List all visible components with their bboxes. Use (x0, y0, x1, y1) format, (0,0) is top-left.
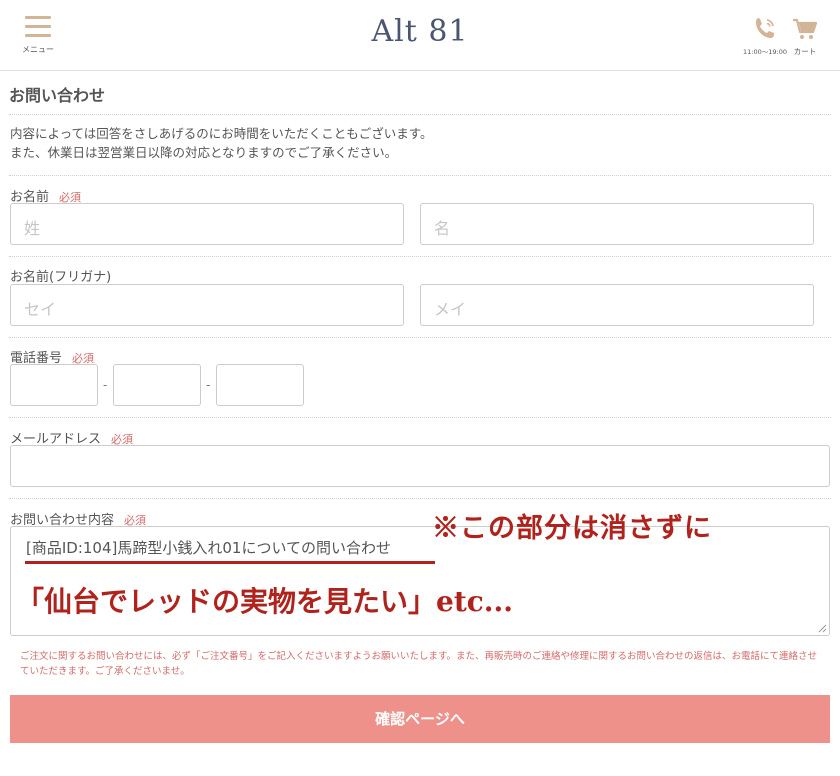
site-logo-wrapper: Alt 81 (0, 14, 840, 49)
divider (9, 114, 831, 115)
business-hours: 11:00〜19:00 (743, 48, 787, 56)
phone-button[interactable]: 11:00〜19:00 (742, 16, 788, 56)
site-header: メニュー Alt 81 11:00〜19:00 カート (0, 0, 840, 71)
last-name-input[interactable]: 姓 (10, 203, 404, 245)
intro-line-1: 内容によっては回答をさしあげるのにお時間をいただくこともございます。 (10, 126, 433, 141)
confirm-button[interactable]: 確認ページへ (10, 695, 830, 743)
divider (9, 417, 831, 418)
annotation-example-note: 「仙台でレッドの実物を見たい」etc... (16, 585, 514, 618)
menu-label: メニュー (22, 45, 54, 54)
site-logo[interactable]: Alt 81 (371, 14, 468, 49)
kana-field-label: お名前(フリガナ) (10, 266, 111, 285)
last-name-kana-input[interactable]: セイ (10, 284, 404, 326)
menu-button[interactable]: メニュー (18, 14, 58, 58)
tel-separator: - (103, 378, 108, 392)
intro-line-2: また、休業日は翌営業日以降の対応となりますのでご了承ください。 (10, 145, 398, 160)
divider (9, 498, 831, 499)
inquiry-value: [商品ID:104]馬蹄型小銭入れ01についての問い合わせ (26, 539, 392, 557)
divider (9, 337, 831, 338)
first-name-kana-placeholder: メイ (434, 300, 467, 319)
cart-icon (793, 18, 818, 39)
intro-text: 内容によっては回答をさしあげるのにお時間をいただくこともございます。 また、休業… (10, 124, 433, 162)
page-title: お問い合わせ (9, 86, 106, 105)
tel-input-2[interactable] (113, 364, 201, 406)
hamburger-icon (25, 16, 51, 38)
annotation-underline (25, 561, 435, 564)
tel-input-1[interactable] (10, 364, 98, 406)
first-name-placeholder: 名 (434, 219, 451, 238)
tel-input-3[interactable] (216, 364, 304, 406)
first-name-kana-input[interactable]: メイ (420, 284, 814, 326)
order-notice: ご注文に関するお問い合わせには、必ず「ご注文番号」をご記入くださいますようお願い… (20, 651, 818, 677)
cart-button[interactable]: カート (788, 16, 822, 56)
cart-label: カート (793, 47, 817, 56)
resize-handle-icon[interactable] (818, 624, 827, 633)
tel-separator: - (206, 378, 211, 392)
phone-icon (756, 18, 774, 38)
annotation-keep-note: ※この部分は消さずに (432, 513, 712, 544)
divider (9, 175, 831, 176)
divider (9, 256, 831, 257)
last-name-placeholder: 姓 (24, 219, 41, 238)
kana-label: お名前(フリガナ) (10, 270, 112, 285)
first-name-input[interactable]: 名 (420, 203, 814, 245)
last-name-kana-placeholder: セイ (24, 300, 57, 319)
email-input[interactable] (10, 445, 830, 487)
